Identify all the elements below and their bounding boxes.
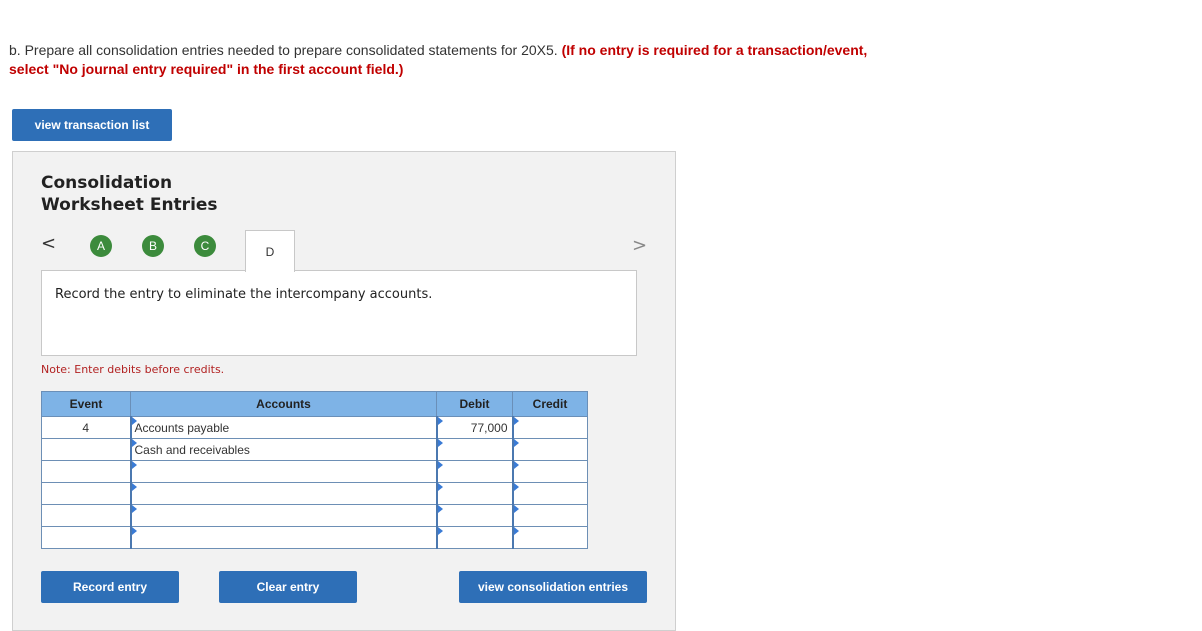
debit-value: 77,000 (470, 420, 508, 435)
table-row (41, 460, 588, 483)
tab-b[interactable]: B (142, 235, 164, 257)
dropdown-marker-icon (513, 417, 519, 425)
dropdown-marker-icon (513, 439, 519, 447)
dropdown-marker-icon (131, 505, 137, 513)
debit-cell[interactable] (435, 504, 513, 527)
dropdown-marker-icon (513, 461, 519, 469)
header-event: Event (41, 391, 131, 417)
event-cell[interactable] (41, 460, 131, 483)
tab-c[interactable]: C (194, 235, 216, 257)
account-cell[interactable]: Cash and receivables (129, 438, 437, 461)
view-transaction-list-button[interactable]: view transaction list (12, 109, 172, 141)
dropdown-marker-icon (513, 483, 519, 491)
panel-title-line2: Worksheet Entries (41, 195, 218, 215)
tab-d[interactable]: D (245, 230, 295, 272)
account-cell[interactable]: Accounts payable (129, 416, 437, 439)
account-cell[interactable] (129, 526, 437, 549)
event-cell[interactable] (41, 482, 131, 505)
credit-cell[interactable] (511, 460, 588, 483)
table-row (41, 526, 588, 549)
dropdown-marker-icon (131, 527, 137, 535)
tab-a[interactable]: A (90, 235, 112, 257)
credit-cell[interactable] (511, 438, 588, 461)
instructions-text: b. Prepare all consolidation entries nee… (9, 42, 558, 58)
dropdown-marker-icon (513, 527, 519, 535)
dropdown-marker-icon (131, 439, 137, 447)
dropdown-marker-icon (437, 417, 443, 425)
entry-description: Record the entry to eliminate the interc… (55, 287, 433, 302)
panel-title: Consolidation Worksheet Entries (41, 172, 218, 216)
credit-cell[interactable] (511, 416, 588, 439)
header-accounts: Accounts (130, 391, 437, 417)
account-cell[interactable] (129, 504, 437, 527)
debit-cell[interactable] (435, 438, 513, 461)
debit-cell[interactable] (435, 460, 513, 483)
table-row (41, 482, 588, 505)
dropdown-marker-icon (513, 505, 519, 513)
account-value: Accounts payable (134, 420, 230, 435)
dropdown-marker-icon (131, 417, 137, 425)
dropdown-marker-icon (131, 461, 137, 469)
event-cell[interactable] (41, 438, 131, 461)
account-cell[interactable] (129, 482, 437, 505)
next-arrow-icon[interactable]: > (632, 235, 647, 256)
prev-arrow-icon[interactable]: < (41, 233, 56, 254)
header-debit: Debit (436, 391, 513, 417)
credit-cell[interactable] (511, 504, 588, 527)
event-cell[interactable] (41, 504, 131, 527)
clear-entry-button[interactable]: Clear entry (219, 571, 357, 603)
dropdown-marker-icon (437, 505, 443, 513)
view-consolidation-entries-button[interactable]: view consolidation entries (459, 571, 647, 603)
dropdown-marker-icon (437, 483, 443, 491)
dropdown-marker-icon (437, 527, 443, 535)
dropdown-marker-icon (437, 461, 443, 469)
table-row (41, 504, 588, 527)
account-cell[interactable] (129, 460, 437, 483)
instructions: b. Prepare all consolidation entries nee… (9, 41, 869, 79)
dropdown-marker-icon (131, 483, 137, 491)
header-credit: Credit (512, 391, 588, 417)
account-value: Cash and receivables (134, 442, 250, 457)
panel-title-line1: Consolidation (41, 173, 173, 193)
event-cell[interactable]: 4 (41, 416, 131, 439)
credit-cell[interactable] (511, 526, 588, 549)
record-entry-button[interactable]: Record entry (41, 571, 179, 603)
event-cell[interactable] (41, 526, 131, 549)
note-text: Note: Enter debits before credits. (41, 363, 225, 376)
table-row: 4 Accounts payable 77,000 (41, 416, 588, 439)
debit-cell[interactable]: 77,000 (435, 416, 513, 439)
debit-cell[interactable] (435, 526, 513, 549)
entry-description-box: Record the entry to eliminate the interc… (41, 270, 637, 356)
table-row: Cash and receivables (41, 438, 588, 461)
journal-entry-table: Event Accounts Debit Credit 4 Accounts p… (41, 391, 588, 549)
credit-cell[interactable] (511, 482, 588, 505)
debit-cell[interactable] (435, 482, 513, 505)
dropdown-marker-icon (437, 439, 443, 447)
